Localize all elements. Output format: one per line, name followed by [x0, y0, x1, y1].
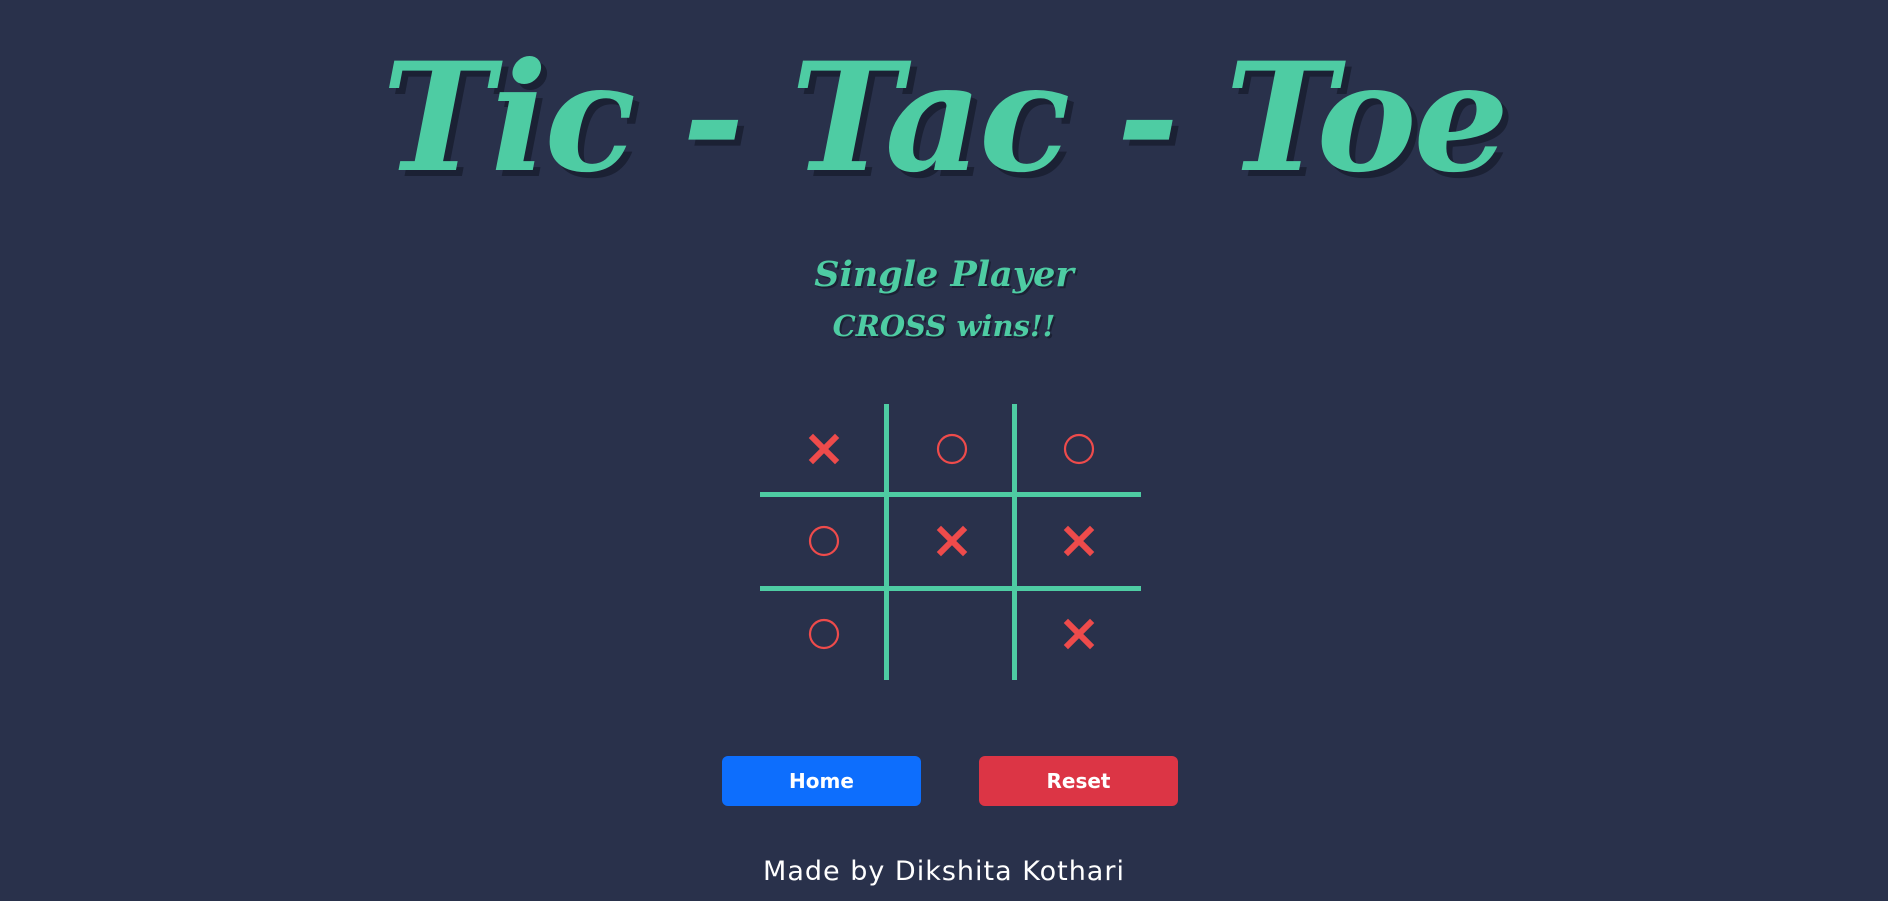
- footer-credit: Made by Dikshita Kothari: [763, 856, 1125, 887]
- board-cell-9[interactable]: [1016, 588, 1141, 680]
- board-cell-4[interactable]: [760, 493, 887, 588]
- game-board: [760, 404, 1141, 680]
- grid-line-vertical: [884, 404, 889, 680]
- cross-mark-icon: [1063, 525, 1094, 556]
- circle-mark-icon: [808, 525, 839, 556]
- grid-line-horizontal: [760, 586, 1141, 591]
- board-cell-3[interactable]: [1016, 404, 1141, 493]
- board-cell-6[interactable]: [1016, 493, 1141, 588]
- board-cell-5[interactable]: [887, 493, 1016, 588]
- circle-mark-icon: [808, 618, 839, 650]
- board-cell-7[interactable]: [760, 588, 887, 680]
- home-button[interactable]: Home: [722, 756, 921, 806]
- cross-mark-icon: [936, 525, 967, 556]
- circle-mark-icon: [936, 433, 967, 464]
- grid-line-horizontal: [760, 492, 1141, 497]
- board-cell-2[interactable]: [887, 404, 1016, 493]
- cross-mark-icon: [808, 433, 839, 464]
- board-cell-1[interactable]: [760, 404, 887, 493]
- cross-mark-icon: [1063, 618, 1094, 650]
- game-status: CROSS wins!!: [832, 309, 1056, 343]
- game-title: Tic - Tac - Toe: [381, 30, 1509, 206]
- grid-line-vertical: [1012, 404, 1017, 680]
- circle-mark-icon: [1063, 433, 1094, 464]
- reset-button[interactable]: Reset: [979, 756, 1178, 806]
- controls: Home Reset: [722, 756, 1178, 806]
- game-mode-label: Single Player: [814, 254, 1074, 295]
- board-cell-8[interactable]: [887, 588, 1016, 680]
